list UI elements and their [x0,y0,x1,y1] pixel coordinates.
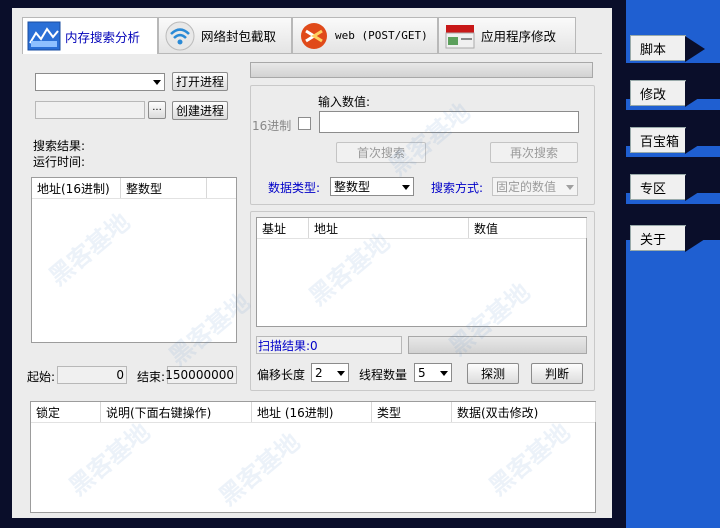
offset-value: 2 [315,365,323,380]
search-mode-select[interactable]: 固定的数值 [492,177,578,196]
web-icon [297,21,331,51]
sidebar-item-about[interactable]: 关于 [630,225,705,252]
tab-label: web (POST/GET) [335,29,428,42]
left-border [0,0,12,528]
column-header-lock[interactable]: 锁定 [31,402,101,422]
search-value-input[interactable] [319,111,579,133]
toolbox-icon [443,21,477,51]
create-process-button[interactable]: 创建进程 [172,101,228,120]
wifi-icon [163,21,197,51]
sidebar-item-zone[interactable]: 专区 [630,174,705,201]
chevron-down-icon [153,80,161,85]
tab-label: 应用程序修改 [481,29,557,44]
column-header-data[interactable]: 数据(双击修改) [452,402,596,422]
hex-label: 16进制 [252,119,292,133]
run-time-label: 运行时间: [33,155,86,169]
chevron-down-icon [337,370,345,376]
start-label: 起始: [27,370,56,384]
probe-button[interactable]: 探测 [467,363,519,384]
data-type-select[interactable]: 整数型 [330,177,414,196]
column-header-address[interactable]: 地址 (16进制) [252,402,372,422]
tab-label: 内存搜索分析 [65,29,141,45]
header-divider [32,198,236,199]
sidebar-item-script[interactable]: 脚本 [630,35,705,62]
app-window: 脚本 修改 百宝箱 专区 关于 内存搜索分析 网络封包截取 web (POST/… [0,0,720,528]
chevron-down-icon [402,184,410,190]
threads-label: 线程数量 [359,368,408,382]
sidebar-item-toolbox[interactable]: 百宝箱 [630,127,705,154]
tab-web[interactable]: web (POST/GET) [292,17,438,53]
column-header-address[interactable]: 地址 [309,218,469,238]
browse-button[interactable]: ··· [148,101,166,119]
top-progress-bar [250,62,593,78]
offset-select[interactable]: 2 [311,363,349,382]
search-mode-value: 固定的数值 [496,180,557,194]
tab-app-modify[interactable]: 应用程序修改 [438,17,576,53]
header-divider [31,422,595,423]
column-header-value[interactable]: 数值 [469,218,587,238]
locked-values-table[interactable]: 锁定 说明(下面右键操作) 地址 (16进制) 类型 数据(双击修改) [30,401,596,513]
hex-checkbox[interactable] [298,117,311,130]
open-process-button[interactable]: 打开进程 [172,72,228,91]
scan-results-list[interactable]: 基址 地址 数值 [256,217,587,327]
end-address-field[interactable]: 150000000 [165,366,237,384]
column-header-address[interactable]: 地址(16进制) [32,178,121,198]
chart-icon [27,21,61,51]
search-mode-label: 搜索方式: [431,181,484,195]
bottom-border [0,518,720,528]
column-header-type[interactable]: 类型 [372,402,452,422]
header-divider [257,238,586,239]
end-label: 结束: [137,370,166,384]
chevron-down-icon [440,370,448,376]
threads-value: 5 [418,365,426,380]
tab-label: 网络封包截取 [201,29,277,44]
first-search-button[interactable]: 首次搜索 [336,142,426,163]
search-result-label: 搜索结果: [33,139,86,153]
chevron-down-icon [566,184,574,190]
search-results-list[interactable]: 地址(16进制) 整数型 [31,177,237,343]
data-type-label: 数据类型: [268,181,321,195]
sidebar-item-modify[interactable]: 修改 [630,80,705,107]
column-header-int[interactable]: 整数型 [121,178,207,198]
column-header-base[interactable]: 基址 [257,218,309,238]
data-type-value: 整数型 [334,180,371,194]
offset-label: 偏移长度 [257,368,306,382]
scan-result-field: 扫描结果:0 [256,336,402,354]
tab-packet-capture[interactable]: 网络封包截取 [158,17,292,53]
process-select[interactable] [35,73,165,91]
input-value-label: 输入数值: [318,95,371,109]
start-address-field[interactable]: 0 [57,366,127,384]
judge-button[interactable]: 判断 [531,363,583,384]
next-search-button[interactable]: 再次搜索 [490,142,578,163]
threads-select[interactable]: 5 [414,363,452,382]
column-header-description[interactable]: 说明(下面右键操作) [101,402,252,422]
process-path-field[interactable] [35,101,145,119]
scan-progress-bar [408,336,587,354]
tab-memory-search[interactable]: 内存搜索分析 [22,17,158,54]
